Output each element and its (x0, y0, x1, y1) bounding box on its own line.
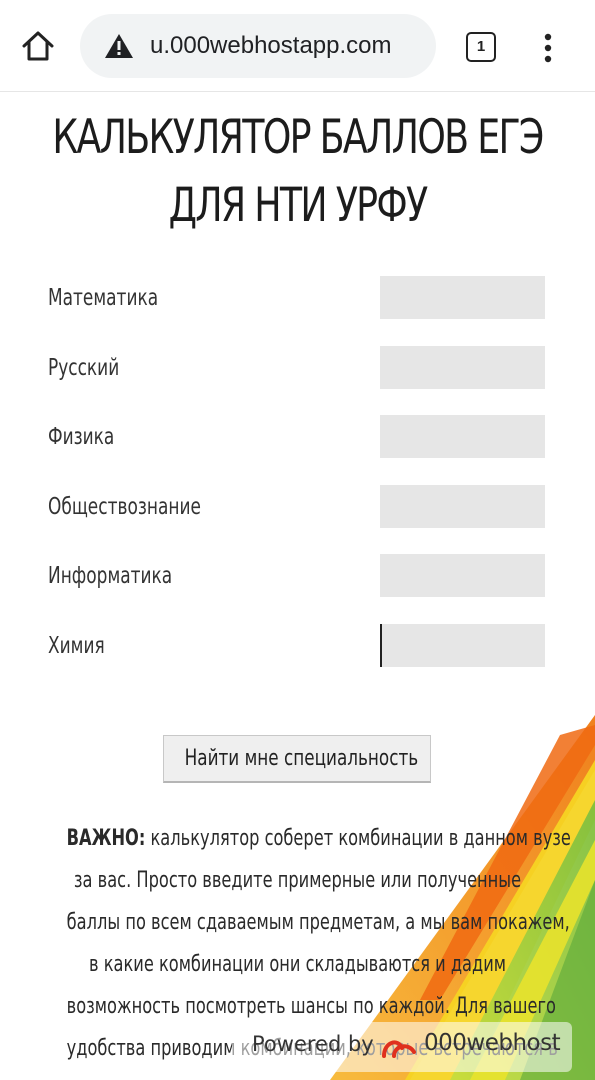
field-row-social: Обществознание (48, 485, 548, 529)
russian-score-input[interactable] (380, 346, 545, 389)
info-line-text: калькулятор соберет комбинации в данном … (145, 826, 571, 851)
info-line: в какие комбинации они складываются и да… (89, 952, 506, 977)
math-score-input[interactable] (380, 276, 545, 319)
page-title: КАЛЬКУЛЯТОР БАЛЛОВ ЕГЭ ДЛЯ НТИ УРФУ (42, 104, 554, 240)
address-bar[interactable]: u.000webhostapp.com (80, 14, 436, 78)
field-row-physics: Физика (48, 415, 548, 459)
find-specialty-button[interactable]: Найти мне специальность (163, 735, 431, 783)
field-label-chemistry: Химия (48, 633, 105, 659)
field-row-russian: Русский (48, 346, 548, 390)
important-label: ВАЖНО: (66, 826, 146, 851)
page-title-line-2: ДЛЯ НТИ УРФУ (168, 178, 429, 233)
warning-icon[interactable] (104, 33, 134, 59)
info-line: ВАЖНО: калькулятор соберет комбинации в … (66, 818, 571, 860)
url-text: u.000webhostapp.com (150, 32, 392, 59)
informatics-score-input[interactable] (380, 554, 545, 597)
webhost-brand: 000webhost (424, 1030, 561, 1056)
field-label-russian: Русский (48, 355, 120, 381)
field-row-math: Математика (48, 276, 548, 320)
field-label-physics: Физика (48, 424, 115, 450)
browser-toolbar: u.000webhostapp.com 1 (0, 0, 595, 92)
tab-switcher-button[interactable]: 1 (466, 32, 496, 62)
page-title-line-1: КАЛЬКУЛЯТОР БАЛЛОВ ЕГЭ (52, 110, 544, 165)
more-vert-icon[interactable] (536, 28, 560, 68)
find-specialty-button-label: Найти мне специальность (184, 746, 419, 771)
webhost-logo-icon (382, 1040, 416, 1058)
field-label-social: Обществознание (48, 494, 201, 520)
info-line: за вас. Просто введите примерные или пол… (73, 868, 522, 893)
home-icon[interactable] (18, 26, 58, 66)
chemistry-score-input[interactable] (380, 624, 545, 667)
physics-score-input[interactable] (380, 415, 545, 458)
field-label-informatics: Информатика (48, 563, 173, 589)
info-line: баллы по всем сдаваемым предметам, а мы … (66, 910, 570, 935)
field-label-math: Математика (48, 285, 159, 311)
field-row-informatics: Информатика (48, 554, 548, 598)
field-row-chemistry: Химия (48, 624, 548, 668)
powered-by-badge[interactable]: Powered by 000webhost (232, 1022, 572, 1072)
social-score-input[interactable] (380, 485, 545, 528)
powered-by-label: Powered by (252, 1032, 374, 1056)
